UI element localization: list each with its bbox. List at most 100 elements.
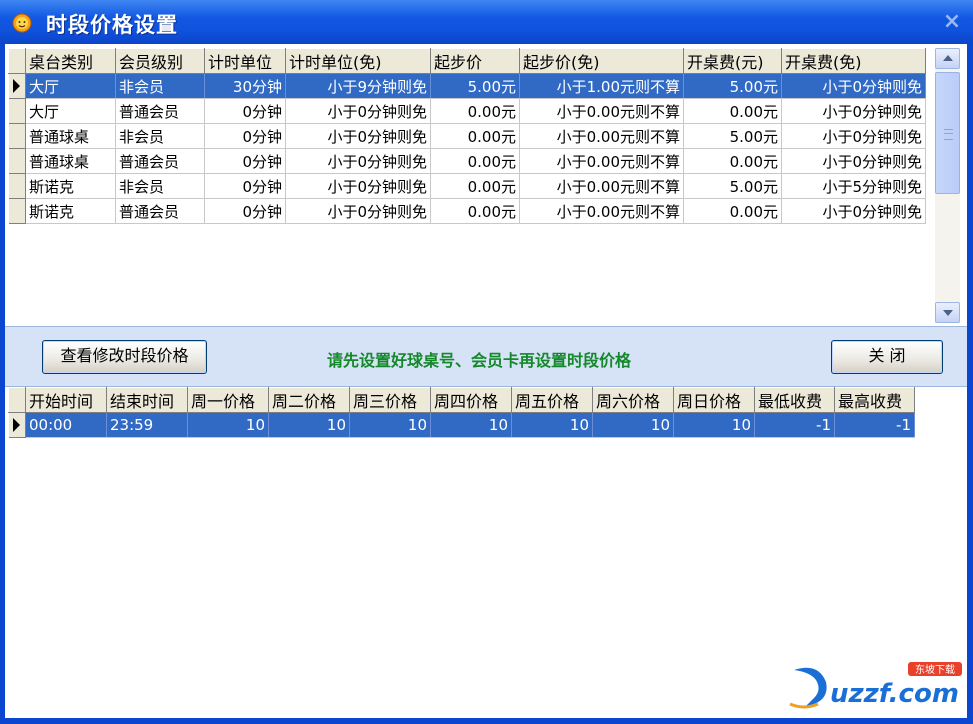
- row-indicator[interactable]: [8, 198, 26, 224]
- table-cell[interactable]: 5.00元: [430, 73, 520, 99]
- row-indicator[interactable]: [8, 173, 26, 199]
- table-cell[interactable]: 小于0分钟则免: [781, 123, 926, 149]
- table-cell[interactable]: 00:00: [25, 412, 107, 438]
- column-header[interactable]: 开桌费(免): [781, 48, 926, 74]
- table-cell[interactable]: 小于0分钟则免: [285, 123, 431, 149]
- column-header[interactable]: 周五价格: [511, 387, 593, 413]
- column-header[interactable]: 开始时间: [25, 387, 107, 413]
- table-cell[interactable]: 斯诺克: [25, 173, 116, 199]
- table-row[interactable]: 普通球桌 普通会员 0分钟 小于0分钟则免 0.00元 小于0.00元则不算 0.00元 小于…: [8, 148, 926, 174]
- table-cell[interactable]: 小于0.00元则不算: [519, 173, 684, 199]
- title-bar[interactable]: 时段价格设置 ×: [0, 0, 973, 44]
- column-header[interactable]: 桌台类别: [25, 48, 116, 74]
- column-header[interactable]: 开桌费(元): [683, 48, 782, 74]
- table-cell[interactable]: 5.00元: [683, 173, 782, 199]
- table-cell[interactable]: 小于5分钟则免: [781, 173, 926, 199]
- column-header[interactable]: 周六价格: [592, 387, 674, 413]
- table-row[interactable]: 斯诺克 非会员 0分钟 小于0分钟则免 0.00元 小于0.00元则不算 5.00元 小于5分…: [8, 173, 926, 199]
- table-cell[interactable]: 0.00元: [430, 198, 520, 224]
- close-button[interactable]: 关 闭: [831, 340, 943, 374]
- table-cell[interactable]: 0.00元: [683, 198, 782, 224]
- table-cell[interactable]: 0分钟: [204, 98, 286, 124]
- table-cell[interactable]: 小于0分钟则免: [781, 73, 926, 99]
- table-row[interactable]: 大厅 非会员 30分钟 小于9分钟则免 5.00元 小于1.00元则不算 5.00元 小于0分…: [8, 73, 926, 99]
- table-cell[interactable]: 非会员: [115, 73, 205, 99]
- table-row[interactable]: 斯诺克 普通会员 0分钟 小于0分钟则免 0.00元 小于0.00元则不算 0.00元 小于0…: [8, 198, 926, 224]
- table-cell[interactable]: 10: [349, 412, 431, 438]
- table-cell[interactable]: 小于0.00元则不算: [519, 123, 684, 149]
- column-header[interactable]: 最低收费: [754, 387, 835, 413]
- table-cell[interactable]: 普通会员: [115, 98, 205, 124]
- table-cell[interactable]: 5.00元: [683, 123, 782, 149]
- table-cell[interactable]: 小于9分钟则免: [285, 73, 431, 99]
- table-cell[interactable]: 小于0分钟则免: [781, 148, 926, 174]
- table-row[interactable]: 00:00 23:59 10 10 10 10 10 10 10 -1 -1: [8, 412, 915, 438]
- column-header[interactable]: 会员级别: [115, 48, 205, 74]
- table-cell[interactable]: 大厅: [25, 98, 116, 124]
- table-row[interactable]: 大厅 普通会员 0分钟 小于0分钟则免 0.00元 小于0.00元则不算 0.00元 小于0分…: [8, 98, 926, 124]
- table-cell[interactable]: 0分钟: [204, 148, 286, 174]
- column-header[interactable]: 最高收费: [834, 387, 915, 413]
- table-cell[interactable]: 0.00元: [683, 98, 782, 124]
- table-cell[interactable]: 普通会员: [115, 198, 205, 224]
- table-cell[interactable]: 0.00元: [430, 148, 520, 174]
- view-edit-period-price-button[interactable]: 查看修改时段价格: [42, 340, 207, 374]
- column-header[interactable]: 周四价格: [430, 387, 512, 413]
- table-cell[interactable]: 非会员: [115, 123, 205, 149]
- scroll-up-button[interactable]: [935, 48, 960, 69]
- table-cell[interactable]: 5.00元: [683, 73, 782, 99]
- column-header[interactable]: 计时单位: [204, 48, 286, 74]
- scroll-thumb[interactable]: [935, 72, 960, 194]
- table-cell[interactable]: 小于1.00元则不算: [519, 73, 684, 99]
- table-cell[interactable]: 10: [430, 412, 512, 438]
- table-cell[interactable]: 10: [592, 412, 674, 438]
- column-header[interactable]: 周三价格: [349, 387, 431, 413]
- column-header[interactable]: 起步价(免): [519, 48, 684, 74]
- table-cell[interactable]: 小于0.00元则不算: [519, 98, 684, 124]
- row-indicator[interactable]: [8, 123, 26, 149]
- table-cell[interactable]: 小于0分钟则免: [285, 198, 431, 224]
- column-header[interactable]: 起步价: [430, 48, 520, 74]
- table-cell[interactable]: 小于0分钟则免: [781, 98, 926, 124]
- row-indicator[interactable]: [8, 73, 26, 99]
- row-indicator[interactable]: [8, 98, 26, 124]
- vertical-scrollbar[interactable]: [935, 48, 960, 323]
- table-cell[interactable]: 小于0.00元则不算: [519, 148, 684, 174]
- table-cell[interactable]: 10: [673, 412, 755, 438]
- table-cell[interactable]: -1: [754, 412, 835, 438]
- table-cell[interactable]: 小于0分钟则免: [285, 173, 431, 199]
- table-cell[interactable]: 10: [268, 412, 350, 438]
- table-cell[interactable]: 23:59: [106, 412, 188, 438]
- table-cell[interactable]: 斯诺克: [25, 198, 116, 224]
- table-cell[interactable]: 0.00元: [430, 98, 520, 124]
- table-cell[interactable]: 普通会员: [115, 148, 205, 174]
- scroll-down-button[interactable]: [935, 302, 960, 323]
- table-cell[interactable]: 0.00元: [683, 148, 782, 174]
- row-indicator[interactable]: [8, 148, 26, 174]
- table-cell[interactable]: 非会员: [115, 173, 205, 199]
- table-cell[interactable]: 小于0分钟则免: [781, 198, 926, 224]
- column-header[interactable]: 计时单位(免): [285, 48, 431, 74]
- table-cell[interactable]: 0分钟: [204, 173, 286, 199]
- table-cell[interactable]: 普通球桌: [25, 123, 116, 149]
- close-icon[interactable]: ×: [940, 10, 964, 34]
- table-cell[interactable]: 0.00元: [430, 123, 520, 149]
- table-cell[interactable]: 0分钟: [204, 198, 286, 224]
- table-cell[interactable]: 大厅: [25, 73, 116, 99]
- table-cell[interactable]: 10: [511, 412, 593, 438]
- table-cell[interactable]: 小于0分钟则免: [285, 148, 431, 174]
- column-header[interactable]: 结束时间: [106, 387, 188, 413]
- column-header[interactable]: 周日价格: [673, 387, 755, 413]
- table-cell[interactable]: 小于0.00元则不算: [519, 198, 684, 224]
- table-cell[interactable]: 10: [187, 412, 269, 438]
- table-cell[interactable]: 0.00元: [430, 173, 520, 199]
- column-header[interactable]: 周二价格: [268, 387, 350, 413]
- table-cell[interactable]: 普通球桌: [25, 148, 116, 174]
- row-indicator[interactable]: [8, 412, 26, 438]
- column-header[interactable]: 周一价格: [187, 387, 269, 413]
- table-cell[interactable]: 30分钟: [204, 73, 286, 99]
- table-cell[interactable]: 0分钟: [204, 123, 286, 149]
- table-cell[interactable]: 小于0分钟则免: [285, 98, 431, 124]
- table-cell[interactable]: -1: [834, 412, 915, 438]
- table-row[interactable]: 普通球桌 非会员 0分钟 小于0分钟则免 0.00元 小于0.00元则不算 5.00元 小于0…: [8, 123, 926, 149]
